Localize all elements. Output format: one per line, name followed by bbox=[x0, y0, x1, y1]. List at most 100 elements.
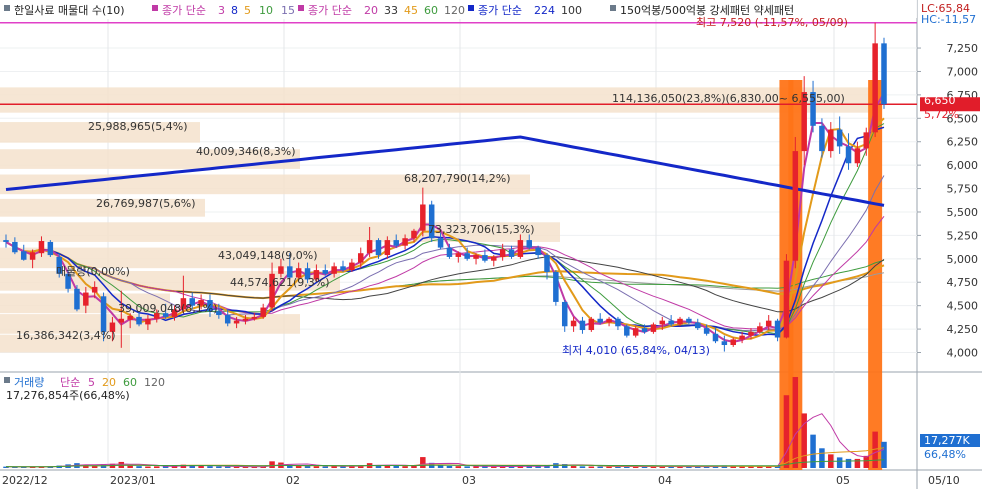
candle-body bbox=[499, 249, 506, 257]
candle-body bbox=[517, 240, 524, 257]
volume-bar[interactable] bbox=[597, 466, 603, 468]
legend-ma-10: 10 bbox=[259, 4, 273, 17]
candle[interactable] bbox=[74, 285, 80, 312]
candle-body bbox=[47, 241, 54, 256]
volume-profile-label: 114,136,050(23,8%)(6,830,00~ 6,555,00) bbox=[612, 92, 845, 105]
candle-body bbox=[659, 320, 666, 325]
volume-bar[interactable] bbox=[464, 466, 470, 468]
volume-bar[interactable] bbox=[455, 466, 462, 468]
volume-profile-label: 16,386,342(3,4%) bbox=[16, 329, 116, 342]
candle-body bbox=[695, 322, 701, 329]
volume-bar[interactable] bbox=[420, 457, 426, 468]
candle-body bbox=[535, 247, 541, 256]
candle-body bbox=[712, 333, 719, 342]
candle-body bbox=[774, 320, 781, 338]
volume-ma-60: 60 bbox=[123, 376, 137, 389]
candle-body bbox=[251, 316, 258, 319]
y-tick-label: 6,000 bbox=[947, 159, 979, 172]
volume-bar[interactable] bbox=[216, 466, 222, 468]
candle-body bbox=[482, 255, 488, 261]
volume-bar[interactable] bbox=[836, 457, 843, 468]
strong-pattern-bar bbox=[868, 80, 883, 470]
candle-body bbox=[402, 238, 408, 246]
candle-body bbox=[366, 240, 373, 254]
candle[interactable] bbox=[783, 254, 790, 339]
volume-bar[interactable] bbox=[446, 466, 453, 468]
stock-chart[interactable]: 7,2507,0006,7506,5006,2506,0005,7505,500… bbox=[0, 0, 982, 489]
volume-profile-label: 매물량(0,00%) bbox=[56, 265, 130, 278]
volume-bar[interactable] bbox=[145, 466, 151, 468]
y-tick-label: 5,000 bbox=[947, 253, 979, 266]
candle-body bbox=[721, 341, 728, 346]
volume-bar[interactable] bbox=[322, 466, 329, 468]
candle-body bbox=[100, 296, 107, 332]
candle-body bbox=[872, 43, 878, 133]
volume-bar[interactable] bbox=[402, 466, 408, 468]
volume-bar[interactable] bbox=[810, 434, 816, 468]
candle-body bbox=[393, 240, 399, 246]
candle[interactable] bbox=[881, 37, 887, 109]
volume-current: 17,276,854주(66,48%) bbox=[6, 389, 130, 402]
y-tick-label: 5,750 bbox=[947, 183, 979, 196]
candle-body bbox=[836, 129, 843, 147]
candle-body bbox=[455, 253, 462, 257]
candle-body bbox=[38, 241, 45, 254]
volume-bar[interactable] bbox=[845, 458, 852, 468]
volume-profile-label: 44,574,621(9,3%) bbox=[230, 276, 330, 289]
time-axis-labels: 2022/12 2023/01 02 03 04 05 05/10 bbox=[2, 474, 960, 487]
candle-body bbox=[783, 260, 790, 338]
volume-bar[interactable] bbox=[783, 395, 790, 468]
volume-bar[interactable] bbox=[579, 466, 586, 468]
candle-body bbox=[127, 315, 133, 320]
candle-body bbox=[881, 43, 887, 105]
volume-bar[interactable] bbox=[198, 466, 204, 468]
current-price-pct: 5,72% bbox=[924, 108, 959, 121]
volume-bar[interactable] bbox=[854, 458, 861, 468]
volume-bar[interactable] bbox=[136, 466, 142, 468]
legend-ma-3: 3 bbox=[218, 4, 225, 17]
candle-body bbox=[757, 326, 763, 332]
time-tick-label: 05 bbox=[836, 474, 850, 487]
legend-ma2-label: 종가 단순 bbox=[308, 4, 352, 17]
volume-bar[interactable] bbox=[863, 455, 870, 468]
legend-ma-120: 120 bbox=[444, 4, 465, 17]
volume-profile-label: 26,769,987(5,6%) bbox=[96, 197, 196, 210]
y-tick-label: 5,500 bbox=[947, 206, 979, 219]
volume-bar[interactable] bbox=[313, 466, 320, 468]
volume-bar[interactable] bbox=[224, 466, 231, 468]
volume-bar[interactable] bbox=[393, 466, 399, 468]
candle-body bbox=[446, 247, 453, 257]
volume-bar[interactable] bbox=[881, 441, 887, 468]
candle-body bbox=[12, 241, 18, 253]
candle[interactable] bbox=[792, 137, 799, 269]
candle-body bbox=[526, 240, 533, 248]
candle-body bbox=[29, 252, 36, 260]
volume-bar[interactable] bbox=[233, 466, 240, 468]
volume-bar[interactable] bbox=[570, 466, 577, 468]
volume-bar[interactable] bbox=[127, 465, 133, 468]
volume-bar[interactable] bbox=[473, 466, 479, 468]
volume-bar[interactable] bbox=[269, 461, 275, 468]
volume-bar[interactable] bbox=[154, 466, 160, 468]
candle[interactable] bbox=[47, 240, 54, 257]
candle-body bbox=[624, 326, 630, 336]
candle-body bbox=[570, 320, 577, 327]
volume-bar[interactable] bbox=[801, 413, 807, 468]
volume-bar[interactable] bbox=[207, 466, 213, 468]
legend-ma-100: 100 bbox=[561, 4, 582, 17]
volume-bar[interactable] bbox=[588, 466, 595, 468]
legend-ma-224: 224 bbox=[534, 4, 555, 17]
candle-body bbox=[145, 318, 151, 325]
volume-legend-title: 거래량 bbox=[14, 376, 44, 389]
legend-ma-15: 15 bbox=[281, 4, 295, 17]
candle[interactable] bbox=[624, 324, 630, 338]
candle[interactable] bbox=[553, 270, 559, 306]
volume-bar[interactable] bbox=[792, 377, 799, 468]
volume-bar[interactable] bbox=[340, 466, 346, 468]
candle-body bbox=[322, 270, 329, 274]
volume-bar[interactable] bbox=[819, 448, 825, 468]
stock-chart-window: 7,250 7,000 6,750 6,500 6,250 6,000 5,750 5,500… bbox=[0, 0, 982, 489]
price-axis-labels: 7,2507,0006,7506,5006,2506,0005,7505,500… bbox=[917, 42, 979, 360]
candle[interactable] bbox=[588, 316, 595, 332]
candle-body bbox=[632, 328, 639, 336]
